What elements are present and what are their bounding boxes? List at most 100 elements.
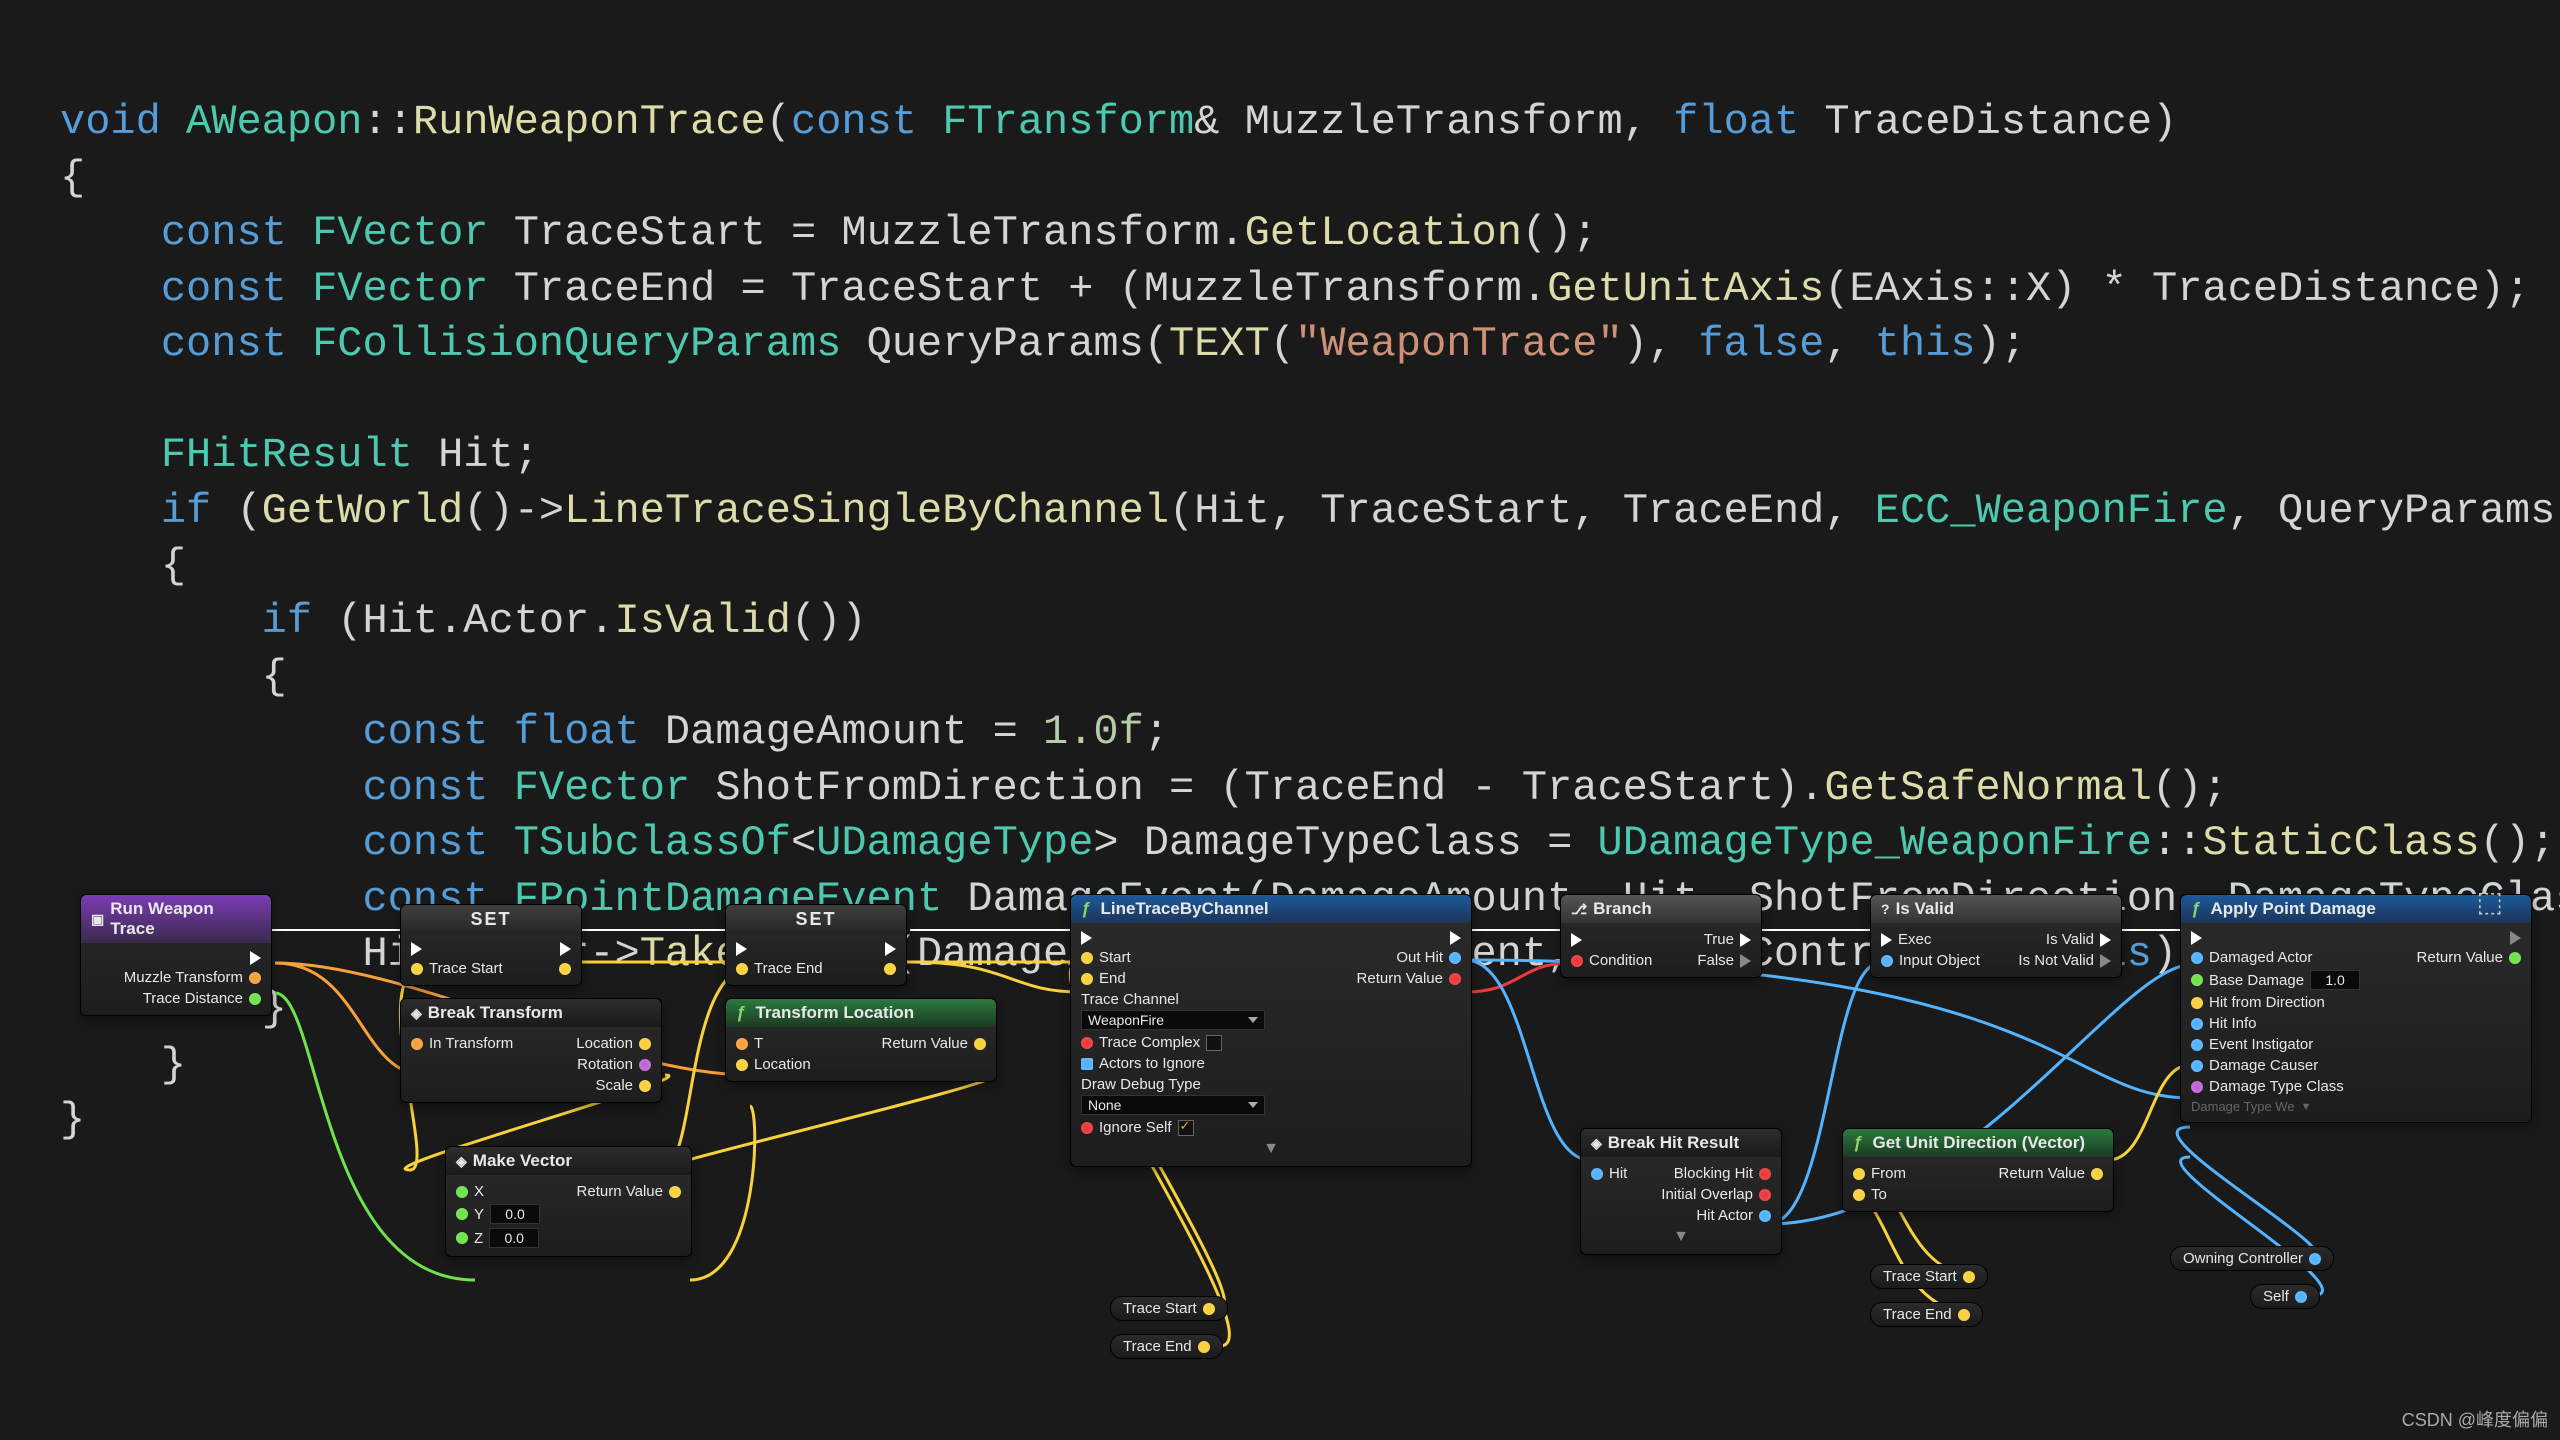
func-icon: ƒ [1081, 899, 1090, 919]
exec-in-pin[interactable] [1571, 933, 1582, 947]
chevron-down-icon[interactable]: ▼ [2301, 1101, 2312, 1113]
hit-pin[interactable] [1591, 1168, 1603, 1180]
rotation-pin[interactable] [639, 1059, 651, 1071]
exec-out-pin[interactable] [250, 951, 261, 965]
chevron-down-icon[interactable]: ▼ [1673, 1228, 1689, 1246]
base-damage-pin[interactable] [2191, 974, 2203, 986]
damage-type-class-pin[interactable] [2191, 1081, 2203, 1093]
exec-out-pin[interactable] [885, 942, 896, 956]
condition-pin[interactable] [1571, 955, 1583, 967]
node-apply-point-damage[interactable]: ⬚ ƒApply Point Damage Damaged ActorRetur… [2180, 894, 2532, 1123]
out-hit-pin[interactable] [1449, 952, 1461, 964]
return-pin[interactable] [669, 1186, 681, 1198]
exec-out-pin[interactable] [2510, 931, 2521, 945]
exec-out-pin[interactable] [1450, 931, 1461, 945]
in-transform-pin[interactable] [411, 1038, 423, 1050]
to-pin[interactable] [1853, 1189, 1865, 1201]
out-pin[interactable] [2295, 1291, 2307, 1303]
draw-debug-dropdown[interactable]: None [1081, 1095, 1265, 1115]
scale-pin[interactable] [639, 1080, 651, 1092]
value-out-pin[interactable] [559, 963, 571, 975]
node-set-trace-start[interactable]: SET Trace Start [400, 904, 582, 986]
not-valid-pin[interactable] [2100, 954, 2111, 968]
blueprint-graph[interactable]: ▣Run Weapon Trace Muzzle Transform Trace… [60, 880, 2560, 1420]
z-pin[interactable] [456, 1232, 468, 1244]
trace-complex-pin[interactable] [1081, 1037, 1093, 1049]
break-icon: ◈ [1591, 1135, 1602, 1152]
damaged-actor-pin[interactable] [2191, 952, 2203, 964]
node-break-transform[interactable]: ◈Break Transform In TransformLocation Ro… [400, 998, 662, 1103]
pure-func-icon: ƒ [736, 1003, 745, 1023]
muzzle-transform-pin[interactable] [249, 972, 261, 984]
base-damage-input[interactable]: 1.0 [2310, 970, 2360, 990]
start-pin[interactable] [1081, 952, 1093, 964]
out-pin[interactable] [1198, 1341, 1210, 1353]
return-pin[interactable] [974, 1038, 986, 1050]
exec-in-pin[interactable] [2191, 931, 2202, 945]
chevron-down-icon[interactable]: ▼ [1263, 1140, 1279, 1158]
hit-actor-pin[interactable] [1759, 1210, 1771, 1222]
pure-func-icon: ƒ [1853, 1133, 1862, 1153]
node-make-vector[interactable]: ◈Make Vector XReturn Value Y0.0 Z0.0 [445, 1146, 692, 1257]
node-get-unit-direction[interactable]: ƒGet Unit Direction (Vector) FromReturn … [1842, 1128, 2114, 1212]
value-out-pin[interactable] [884, 963, 896, 975]
blocking-hit-pin[interactable] [1759, 1168, 1771, 1180]
y-input[interactable]: 0.0 [490, 1204, 540, 1224]
x-pin[interactable] [456, 1186, 468, 1198]
location-pin[interactable] [736, 1059, 748, 1071]
false-pin[interactable] [1740, 954, 1751, 968]
location-pin[interactable] [639, 1038, 651, 1050]
input-object-pin[interactable] [1881, 955, 1893, 967]
from-pin[interactable] [1853, 1168, 1865, 1180]
return-pin[interactable] [2509, 952, 2521, 964]
trace-channel-dropdown[interactable]: WeaponFire [1081, 1010, 1265, 1030]
exec-out-pin[interactable] [560, 942, 571, 956]
out-pin[interactable] [1203, 1303, 1215, 1315]
value-in-pin[interactable] [411, 963, 423, 975]
node-set-trace-end[interactable]: SET Trace End [725, 904, 907, 986]
t-pin[interactable] [736, 1038, 748, 1050]
var-trace-end-pill-2[interactable]: Trace End [1870, 1302, 1983, 1327]
out-pin[interactable] [1958, 1309, 1970, 1321]
trace-complex-checkbox[interactable] [1206, 1035, 1222, 1051]
node-is-valid[interactable]: ?Is Valid ExecIs Valid Input ObjectIs No… [1870, 894, 2122, 978]
exec-in-pin[interactable] [1081, 931, 1092, 945]
ignore-self-pin[interactable] [1081, 1122, 1093, 1134]
actors-ignore-pin[interactable] [1081, 1058, 1093, 1070]
var-trace-end-pill[interactable]: Trace End [1110, 1334, 1223, 1359]
damage-type-ghost: Damage Type We [2191, 1099, 2295, 1114]
value-in-pin[interactable] [736, 963, 748, 975]
out-pin[interactable] [2309, 1253, 2321, 1265]
y-pin[interactable] [456, 1208, 468, 1220]
node-branch[interactable]: ⎇Branch True ConditionFalse [1560, 894, 1762, 978]
var-self-pill[interactable]: Self [2250, 1284, 2320, 1309]
out-pin[interactable] [1963, 1271, 1975, 1283]
hit-from-direction-pin[interactable] [2191, 997, 2203, 1009]
var-trace-start-pill-2[interactable]: Trace Start [1870, 1264, 1988, 1289]
is-valid-pin[interactable] [2100, 933, 2111, 947]
exec-in-pin[interactable] [411, 942, 422, 956]
return-pin[interactable] [2091, 1168, 2103, 1180]
var-trace-start-pill[interactable]: Trace Start [1110, 1296, 1228, 1321]
func-icon: ƒ [2191, 899, 2200, 919]
node-linetrace-by-channel[interactable]: ƒLineTraceByChannel StartOut Hit EndRetu… [1070, 894, 1472, 1167]
exec-in-pin[interactable] [736, 942, 747, 956]
return-pin[interactable] [1449, 973, 1461, 985]
node-transform-location[interactable]: ƒTransform Location TReturn Value Locati… [725, 998, 997, 1082]
z-input[interactable]: 0.0 [489, 1228, 539, 1248]
ignore-self-checkbox[interactable] [1178, 1120, 1194, 1136]
event-instigator-pin[interactable] [2191, 1039, 2203, 1051]
end-pin[interactable] [1081, 973, 1093, 985]
node-break-hit-result[interactable]: ◈Break Hit Result HitBlocking Hit Initia… [1580, 1128, 1782, 1255]
initial-overlap-pin[interactable] [1759, 1189, 1771, 1201]
trace-distance-pin[interactable] [249, 993, 261, 1005]
damage-causer-pin[interactable] [2191, 1060, 2203, 1072]
var-owning-controller-pill[interactable]: Owning Controller [2170, 1246, 2334, 1271]
event-icon: ▣ [91, 911, 104, 928]
node-run-weapon-trace[interactable]: ▣Run Weapon Trace Muzzle Transform Trace… [80, 894, 272, 1016]
hit-info-pin[interactable] [2191, 1018, 2203, 1030]
true-pin[interactable] [1740, 933, 1751, 947]
branch-icon: ⎇ [1571, 901, 1587, 918]
exec-in-pin[interactable] [1881, 933, 1892, 947]
break-icon: ◈ [411, 1005, 422, 1022]
